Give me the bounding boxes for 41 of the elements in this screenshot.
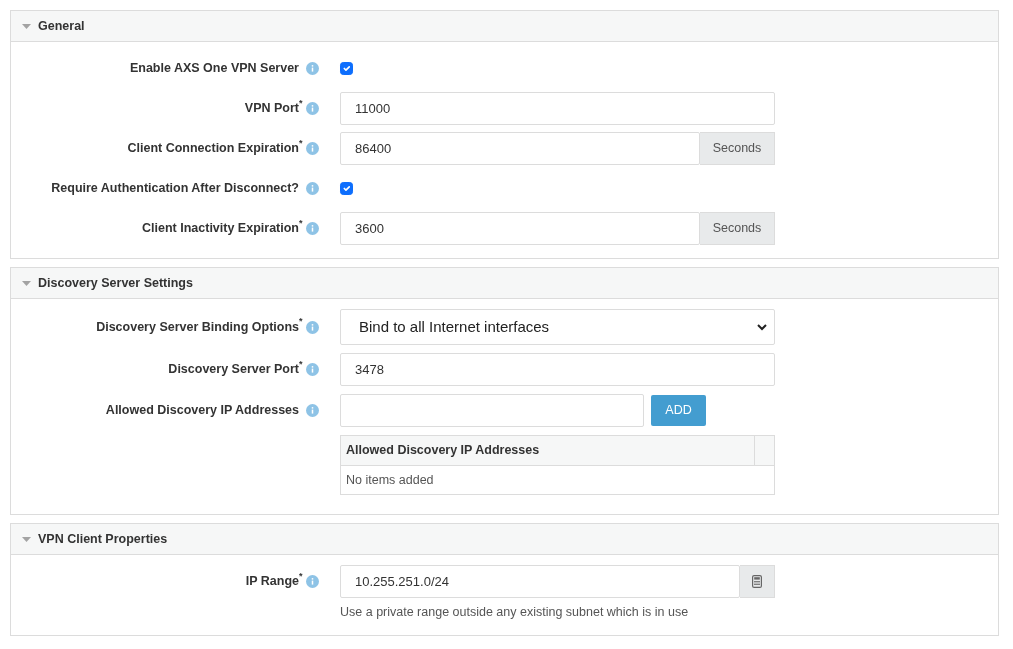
- info-icon: [306, 363, 319, 376]
- section-title: General: [38, 17, 85, 35]
- calculator-icon: [752, 575, 762, 588]
- unit-label: Seconds: [700, 132, 775, 165]
- section-title: VPN Client Properties: [38, 530, 168, 548]
- text-field[interactable]: 11000: [340, 92, 775, 125]
- field-label: Discovery Server Port$^{*}$: [168, 360, 304, 379]
- help-text: Use a private range outside any existing subnet which is in use: [340, 604, 690, 621]
- text-field[interactable]: 3600: [340, 212, 700, 245]
- field-label: Client Connection Expiration$^{*}$: [127, 139, 304, 158]
- text-field[interactable]: 86400: [340, 132, 700, 165]
- info-icon: [306, 320, 319, 334]
- info-icon: [306, 142, 319, 155]
- info-icon: [306, 404, 319, 417]
- dropdown[interactable]: Bind to all Internet interfaces: [340, 309, 775, 345]
- field-label: Allowed Discovery IP Addresses: [105, 402, 299, 420]
- text-field[interactable]: [340, 394, 644, 427]
- info-icon: [306, 222, 319, 235]
- panel-header[interactable]: VPN Client Properties: [11, 524, 998, 555]
- field-label: Discovery Server Binding Options$^{*}$: [96, 317, 304, 336]
- field-label: Require Authentication After Disconnect?: [51, 180, 299, 198]
- field-label: VPN Port$^{*}$: [244, 99, 304, 118]
- unit-label: Seconds: [700, 212, 775, 245]
- field-label: Client Inactivity Expiration$^{*}$: [142, 219, 304, 238]
- field-label: Enable AXS One VPN Server: [129, 60, 299, 78]
- column-header: Allowed Discovery IP Addresses: [345, 442, 541, 460]
- checkbox[interactable]: [340, 182, 353, 195]
- info-icon: [306, 182, 319, 195]
- panel-header[interactable]: Discovery Server Settings: [11, 268, 998, 299]
- calculator-button[interactable]: [740, 565, 775, 598]
- chevron-icon: [757, 324, 767, 331]
- text-field[interactable]: 10.255.251.0/24: [340, 565, 740, 598]
- field-label: IP Range$^{*}$: [245, 572, 304, 591]
- info-icon: [306, 102, 319, 115]
- empty-message: No items added: [346, 471, 434, 489]
- section-title: Discovery Server Settings: [38, 274, 193, 292]
- info-icon: [306, 575, 319, 588]
- panel-header[interactable]: General: [11, 11, 998, 42]
- info-icon: [306, 62, 319, 75]
- checkbox[interactable]: [340, 62, 353, 75]
- text-field[interactable]: 3478: [340, 353, 775, 386]
